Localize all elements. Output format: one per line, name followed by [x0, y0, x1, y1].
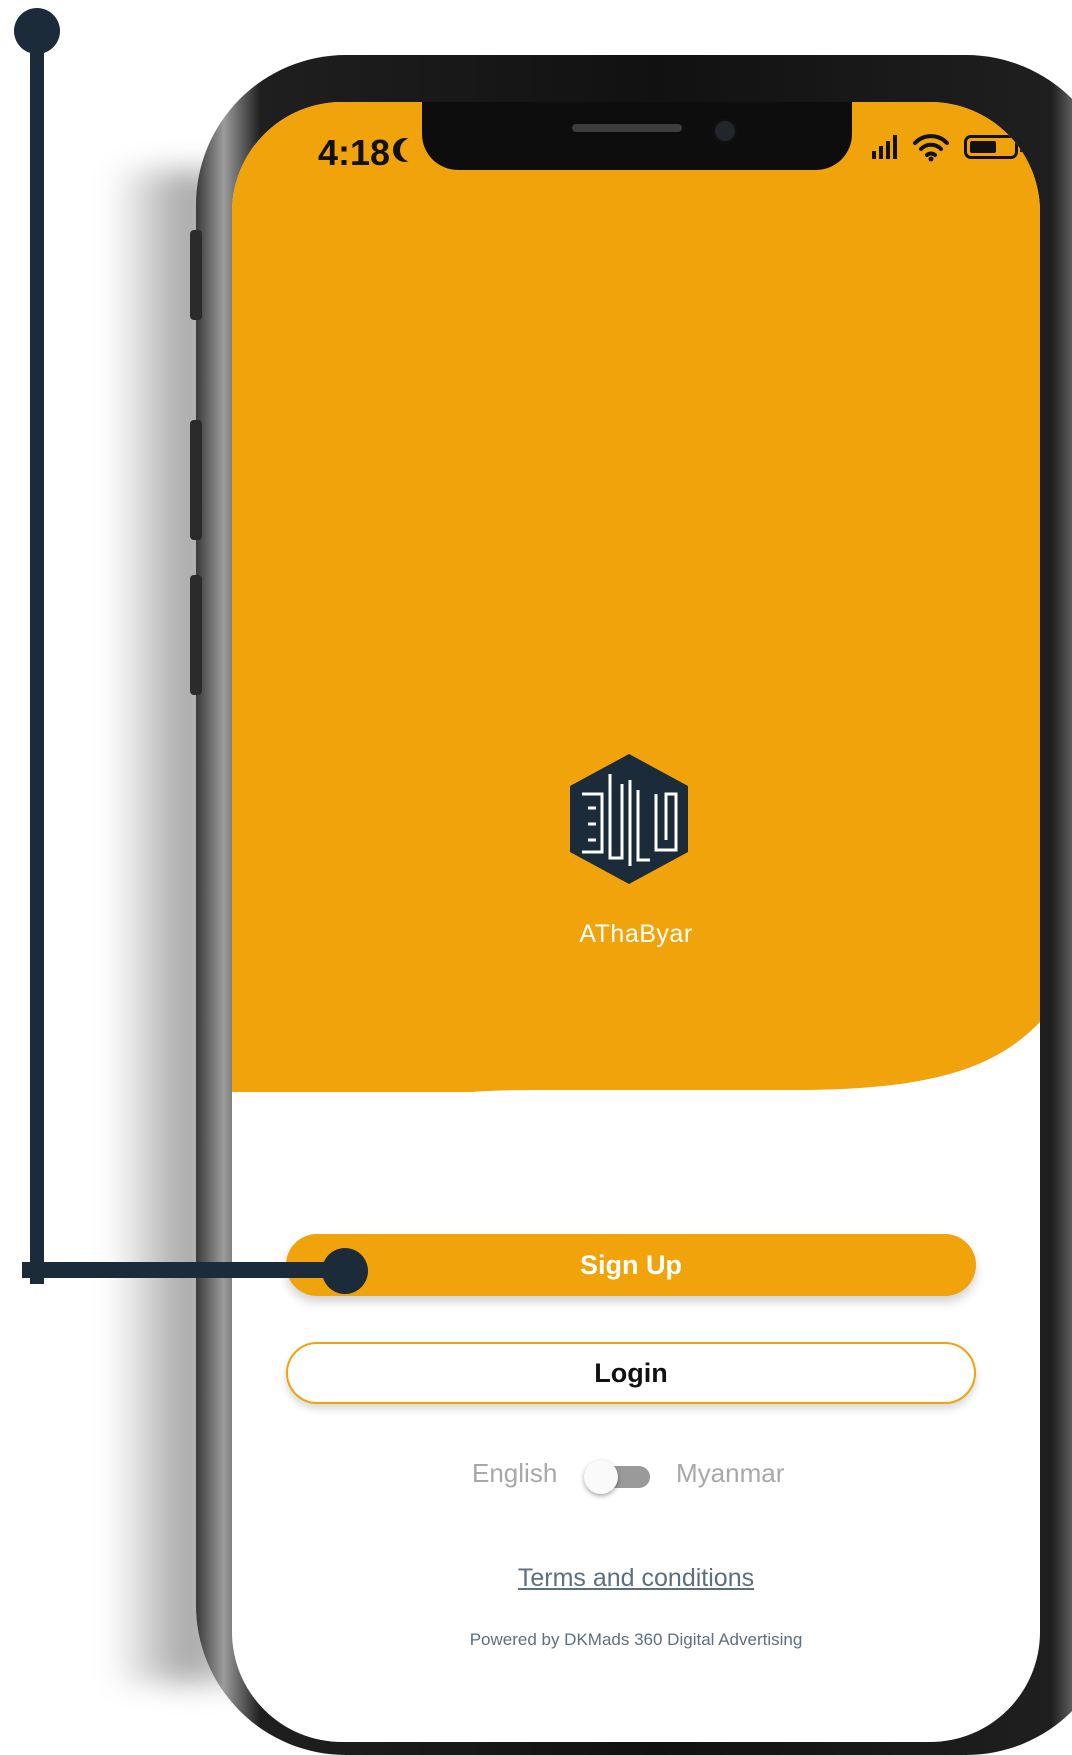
callout-dot-start — [14, 8, 60, 54]
callout-dot-end — [322, 1248, 368, 1294]
callout-line-vertical — [30, 32, 44, 1284]
language-english-label: English — [472, 1458, 558, 1488]
mockup-stage: 4:18 AThaByar Sign Up Login English Myan… — [0, 0, 1072, 1755]
app-name: AThaByar — [579, 920, 693, 948]
battery-icon — [964, 135, 1024, 159]
signal-icon — [872, 135, 897, 159]
login-button[interactable]: Login — [286, 1342, 976, 1404]
toggle-knob — [584, 1460, 618, 1494]
language-myanmar-label: Myanmar — [676, 1458, 785, 1488]
language-switcher: English Myanmar — [232, 1456, 1040, 1496]
language-toggle[interactable] — [584, 1460, 652, 1494]
terms-link[interactable]: Terms and conditions — [232, 1564, 1040, 1593]
phone-notch — [422, 102, 852, 170]
phone-screen: 4:18 AThaByar Sign Up Login English Myan… — [232, 102, 1040, 1742]
phone-volume-down — [190, 575, 202, 695]
phone-volume-up — [190, 420, 202, 540]
camera-icon — [712, 118, 738, 144]
app-logo-icon — [570, 754, 688, 884]
powered-by-text: Powered by DKMads 360 Digital Advertisin… — [469, 1630, 803, 1649]
callout-line-horizontal — [22, 1262, 352, 1278]
sign-up-button[interactable]: Sign Up — [286, 1234, 976, 1296]
status-icons — [872, 132, 1024, 162]
speaker-grille — [572, 124, 682, 132]
wifi-icon — [913, 134, 949, 162]
status-time: 4:18 — [318, 132, 391, 173]
moon-icon — [400, 138, 424, 162]
phone-side-button — [190, 230, 202, 320]
